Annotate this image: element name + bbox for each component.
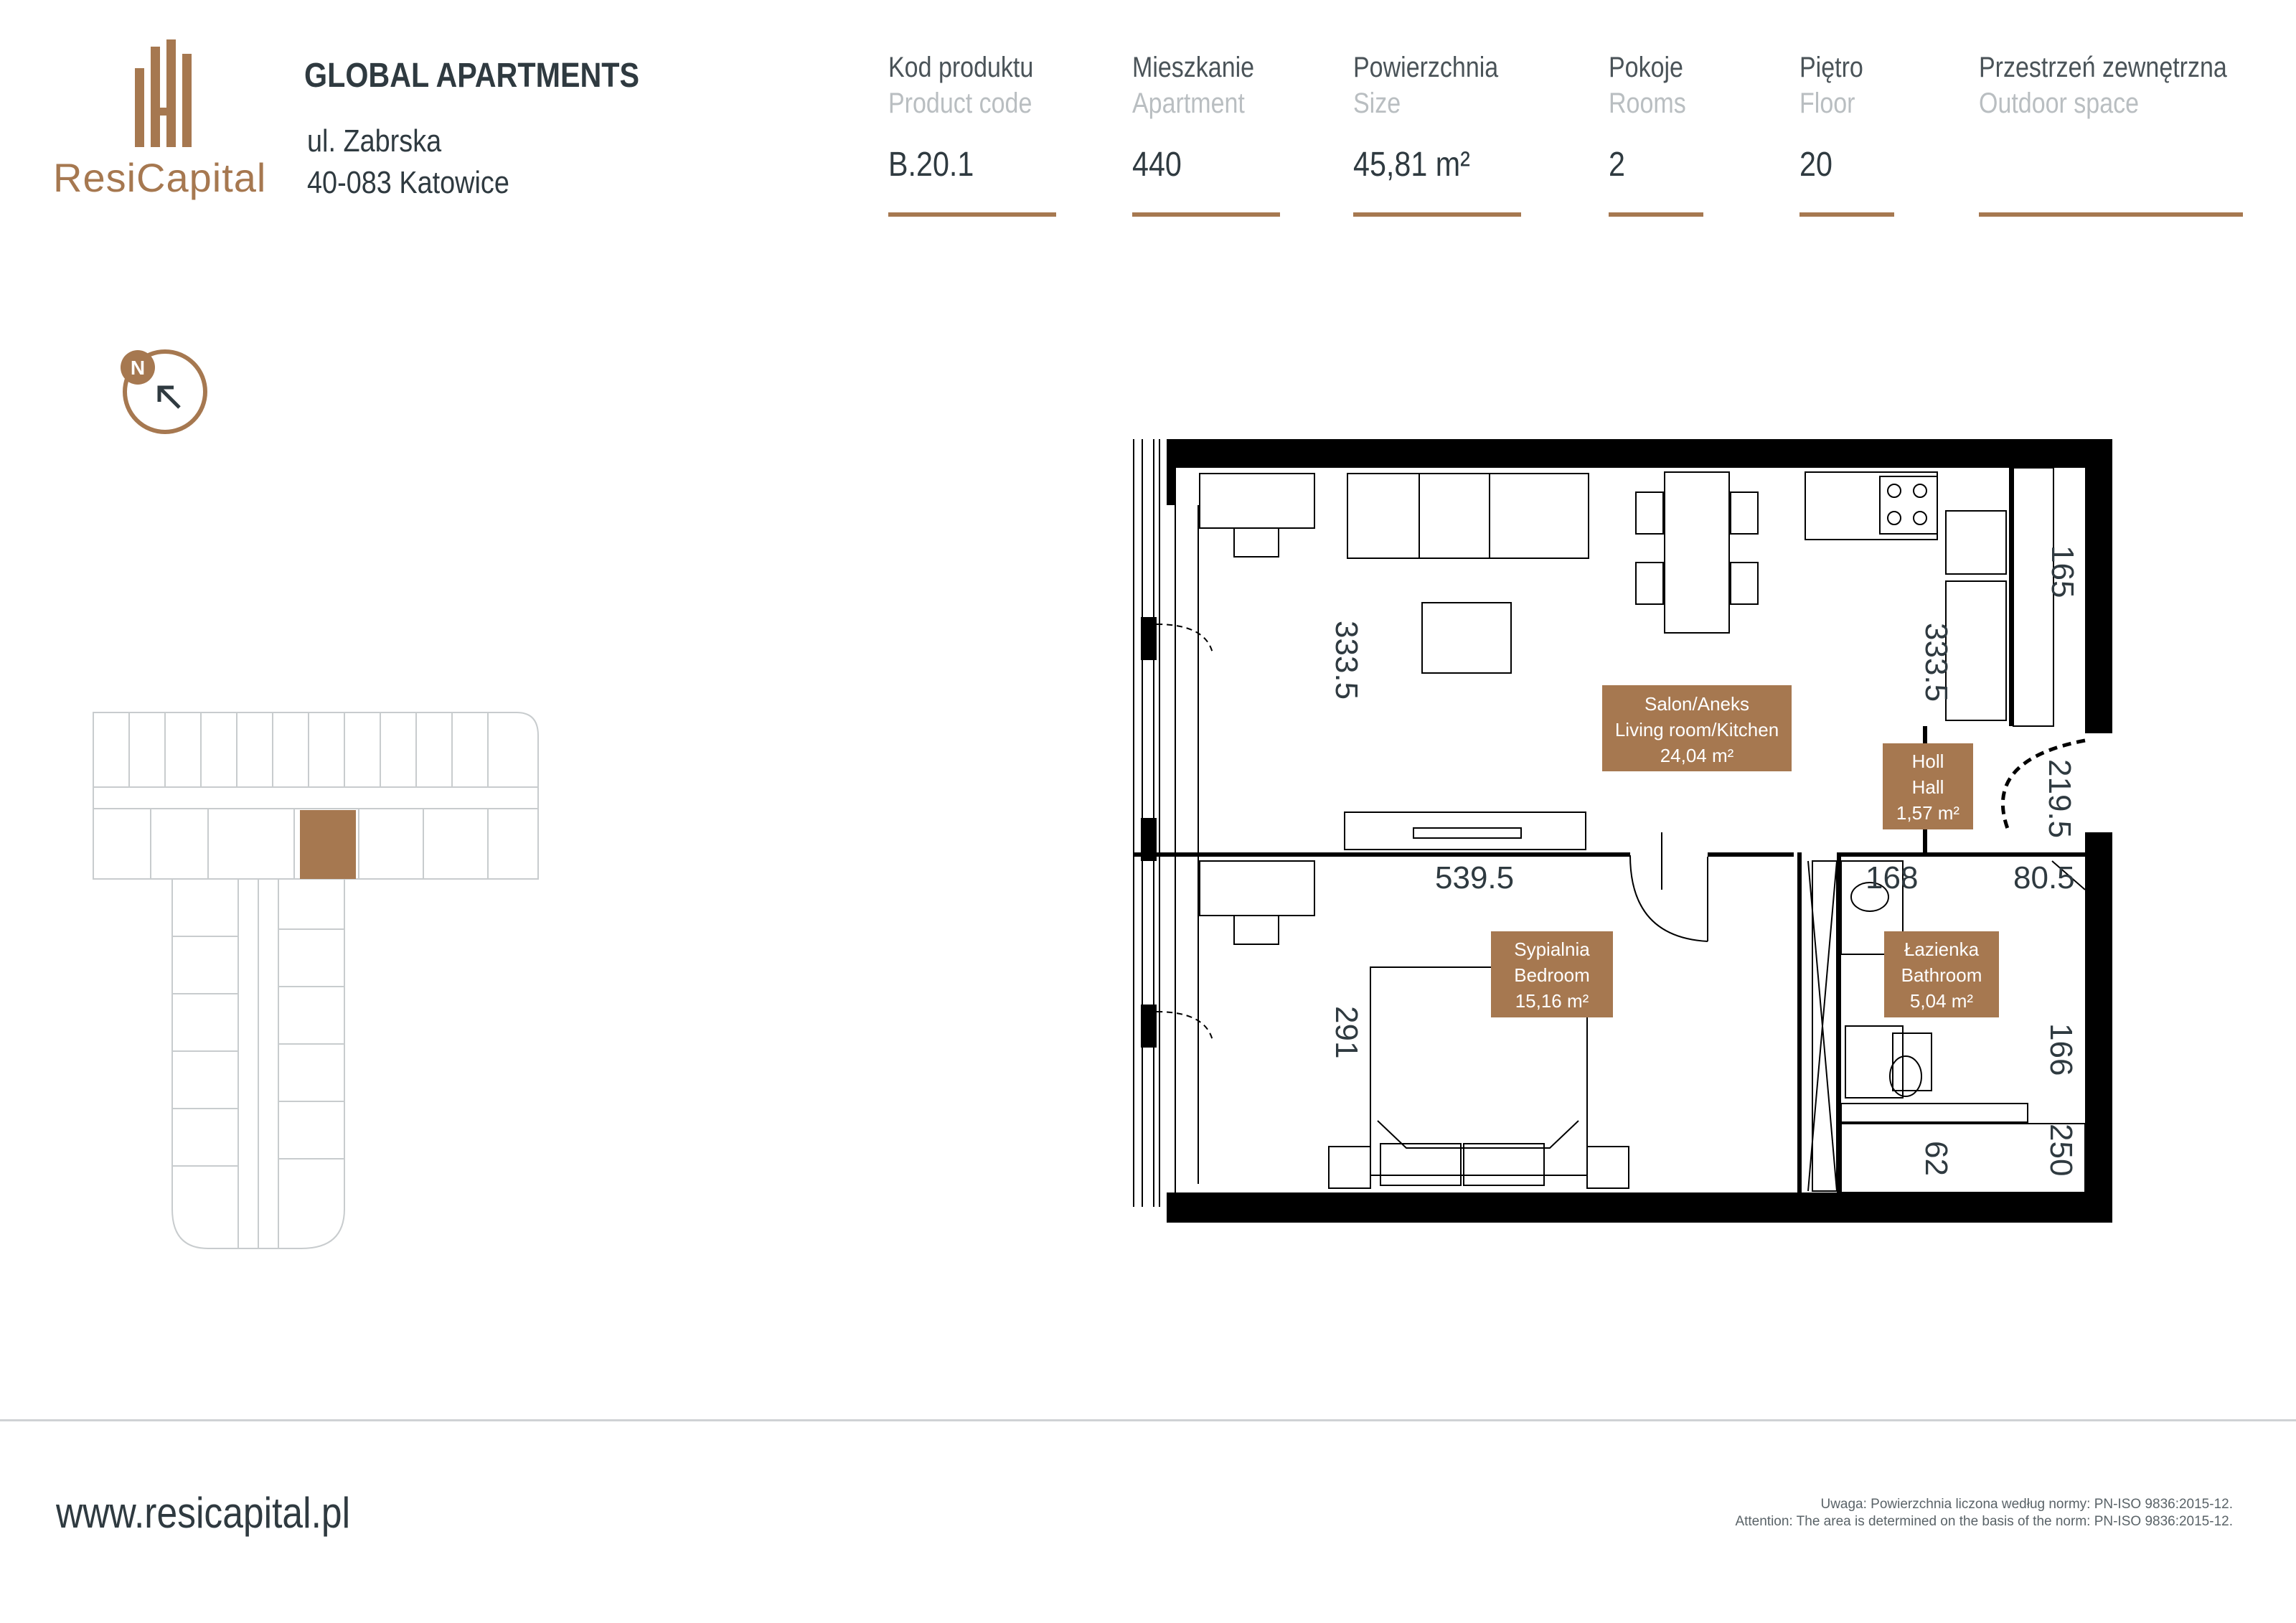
room-area: 5,04 m² (1910, 990, 1973, 1012)
spec-label-en: Floor (1799, 88, 1855, 119)
compass: N (115, 347, 215, 448)
area-note-en: Attention: The area is determined on the… (1735, 1514, 2233, 1529)
room-name-pl: Łazienka (1904, 938, 1980, 960)
spec-label-en: Apartment (1132, 88, 1245, 119)
spec-label-pl: Mieszkanie (1132, 52, 1255, 83)
spec-label-pl: Kod produktu (888, 52, 1034, 83)
room-name-pl: Holl (1912, 751, 1944, 772)
room-name-en: Living room/Kitchen (1615, 719, 1779, 740)
spec-underline (1979, 212, 2243, 217)
dimension-label: 250 (2043, 1124, 2079, 1176)
dimension-label: 333.5 (1919, 623, 1954, 702)
project-name: GLOBAL APARTMENTS (304, 57, 640, 95)
spec-outdoor-space: Przestrzeń zewnętrzna Outdoor space (1979, 52, 2271, 217)
spec-value (1979, 145, 2230, 188)
spec-apartment: Mieszkanie Apartment 440 (1132, 52, 1280, 217)
spec-label-en: Outdoor space (1979, 88, 2140, 119)
north-arrow-icon: N (121, 349, 207, 434)
room-area: 1,57 m² (1896, 802, 1959, 824)
room-area: 24,04 m² (1660, 745, 1734, 766)
room-name-pl: Sypialnia (1514, 938, 1590, 960)
street-address: ul. Zabrska (307, 123, 442, 159)
floor-plan-drawing: Salon/Aneks Living room/Kitchen 24,04 m²… (1133, 439, 2112, 1223)
spec-value: 2 (1609, 146, 1625, 184)
spec-underline (888, 212, 1056, 217)
dimension-label: 219.5 (2042, 759, 2077, 838)
spec-label-pl: Powierzchnia (1353, 52, 1499, 83)
spec-label-pl: Pokoje (1609, 52, 1683, 83)
spec-product-code: Kod produktu Product code B.20.1 (888, 52, 1059, 217)
spec-underline (1609, 212, 1703, 217)
room-name-pl: Salon/Aneks (1645, 693, 1749, 715)
brand-name: ResiCapital (53, 155, 267, 200)
room-area: 15,16 m² (1515, 990, 1589, 1012)
spec-label-pl: Przestrzeń zewnętrzna (1979, 52, 2227, 83)
spec-label-en: Product code (888, 88, 1032, 119)
spec-size: Powierzchnia Size 45,81 m² (1353, 52, 1524, 217)
dimension-label: 166 (2043, 1023, 2079, 1076)
floor-plan: Salon/Aneks Living room/Kitchen 24,04 m²… (1119, 431, 2124, 1241)
spec-rooms: Pokoje Rooms 2 (1609, 52, 1703, 217)
spec-underline (1353, 212, 1521, 217)
dimension-label: 333.5 (1329, 621, 1364, 700)
dimension-label: 539.5 (1435, 860, 1514, 895)
spec-value: 20 (1799, 146, 1832, 184)
website-link[interactable]: www.resicapital.pl (56, 1488, 350, 1538)
spec-value: 440 (1132, 146, 1182, 184)
building-outline-image (93, 712, 539, 1249)
room-name-en: Bathroom (1901, 964, 1982, 986)
area-note-pl: Uwaga: Powierzchnia liczona według normy… (1820, 1497, 2233, 1512)
footer-divider (0, 1419, 2296, 1421)
spec-underline (1132, 212, 1280, 217)
spec-underline (1799, 212, 1894, 217)
spec-label-en: Rooms (1609, 88, 1686, 119)
spec-label-pl: Piętro (1799, 52, 1863, 83)
dimension-label: 168 (1866, 860, 1918, 895)
building-key-plan (86, 707, 545, 1256)
dimension-label: 62 (1919, 1141, 1954, 1176)
logo-mark-icon (135, 39, 192, 147)
city-address: 40-083 Katowice (307, 165, 509, 200)
dimension-label: 291 (1329, 1006, 1364, 1058)
spec-value: B.20.1 (888, 146, 974, 184)
compass-letter: N (131, 357, 145, 379)
selected-apartment-marker (300, 810, 356, 879)
dimension-label: 80.5 (2013, 860, 2075, 895)
room-name-en: Bedroom (1514, 964, 1590, 986)
spec-floor: Piętro Floor 20 (1799, 52, 1894, 217)
spec-label-en: Size (1353, 88, 1401, 119)
room-name-en: Hall (1912, 776, 1944, 798)
spec-value: 45,81 m² (1353, 146, 1470, 184)
dimension-label: 165 (2045, 545, 2080, 598)
